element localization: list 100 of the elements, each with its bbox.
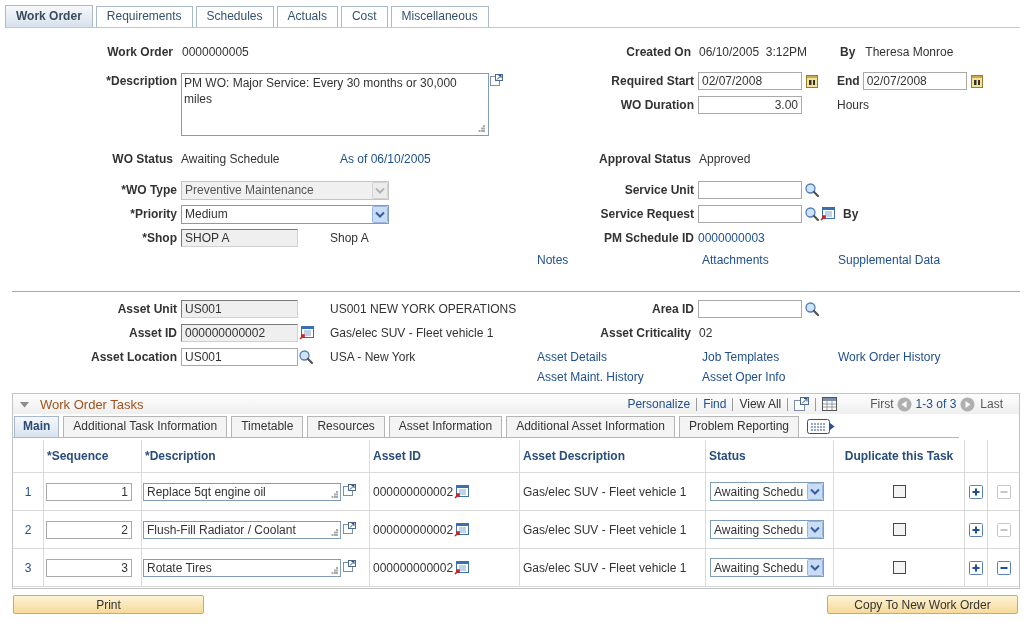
grid-tab[interactable]: Timetable <box>231 416 304 437</box>
personalize-link[interactable]: Personalize <box>627 397 691 411</box>
resize-grip-icon[interactable] <box>331 566 338 574</box>
copy-work-order-button[interactable]: Copy To New Work Order <box>827 595 1018 614</box>
page-tab[interactable]: Cost <box>340 6 388 27</box>
search-icon[interactable] <box>805 207 819 221</box>
field-label: WO Status <box>112 152 173 166</box>
field-value: Awaiting Schedule <box>181 152 281 166</box>
popout-icon[interactable] <box>490 74 503 86</box>
asset-description: Gas/elec SUV - Fleet vehicle 1 <box>330 326 494 340</box>
page-tab[interactable]: Actuals <box>276 6 338 27</box>
status-dropdown[interactable]: Awaiting Schedu <box>710 520 824 539</box>
field-value: 06/10/2005 3:12PM <box>699 45 808 59</box>
field-label: Approval Status <box>599 152 691 166</box>
field-label: By <box>843 207 859 221</box>
location-description: USA - New York <box>330 350 416 364</box>
plus-icon[interactable] <box>969 484 983 499</box>
field-label: Work Order <box>107 45 173 59</box>
page-link[interactable]: Supplemental Data <box>838 253 941 267</box>
status-dropdown[interactable]: Awaiting Schedu <box>710 482 824 501</box>
grid-tab[interactable]: Asset Information <box>388 416 503 437</box>
page-link[interactable]: Attachments <box>702 253 769 267</box>
print-button[interactable]: Print <box>13 595 204 614</box>
calendar-icon[interactable] <box>806 74 818 88</box>
calendar-icon[interactable] <box>970 74 983 88</box>
search-icon[interactable] <box>299 350 313 364</box>
columns-icon[interactable] <box>807 419 835 434</box>
find-link[interactable]: Find <box>703 397 727 411</box>
page-tab[interactable]: Work Order <box>5 5 93 27</box>
row-number-link[interactable]: 1 <box>24 484 32 499</box>
page-link[interactable]: Asset Maint. History <box>537 370 644 384</box>
chevron-down-icon[interactable] <box>372 205 388 223</box>
triangle-icon[interactable] <box>20 399 29 409</box>
chevron-down-icon[interactable] <box>807 521 823 538</box>
asset-description-text: Gas/elec SUV - Fleet vehicle 1 <box>523 522 687 537</box>
search-icon[interactable] <box>805 183 819 197</box>
field-label: End <box>837 74 860 88</box>
page-link[interactable]: Asset Details <box>537 350 608 364</box>
page-tab[interactable]: Schedules <box>195 6 274 27</box>
resize-grip-icon[interactable] <box>478 125 485 132</box>
duration-field[interactable]: 3.00 <box>698 96 802 114</box>
checkbox[interactable] <box>892 523 906 536</box>
plus-icon[interactable] <box>969 522 983 537</box>
page-link[interactable]: Work Order History <box>838 350 941 364</box>
grid-tab[interactable]: Resources <box>307 416 385 437</box>
grid-tab[interactable]: Additional Asset Information <box>506 416 675 437</box>
status-date-link[interactable]: As of 06/10/2005 <box>340 152 431 166</box>
status-dropdown[interactable]: Awaiting Schedu <box>710 558 824 577</box>
spreadsheet-icon[interactable] <box>822 397 838 411</box>
search-icon[interactable] <box>805 302 819 316</box>
view-all-link[interactable]: View All <box>739 397 782 411</box>
asset-id-text: 000000000002 <box>373 560 454 575</box>
grid-tab[interactable]: Additional Task Information <box>63 416 228 437</box>
page-link[interactable]: Job Templates <box>702 350 780 364</box>
page-tab[interactable]: Requirements <box>95 6 193 27</box>
priority-dropdown[interactable]: Medium <box>181 204 389 224</box>
shop-description: Shop A <box>330 231 369 245</box>
checkbox[interactable] <box>892 561 906 574</box>
pm-schedule-link[interactable]: 0000000003 <box>698 231 765 245</box>
sequence-field[interactable]: 1 <box>46 482 132 501</box>
plus-icon[interactable] <box>969 560 983 575</box>
date-field[interactable]: 02/07/2008 <box>862 72 967 90</box>
field-label: *Shop <box>142 231 177 245</box>
chevron-down-icon[interactable] <box>807 483 823 500</box>
field-label: PM Schedule ID <box>603 231 694 245</box>
checkbox[interactable] <box>892 485 906 498</box>
service-request-field[interactable] <box>698 205 802 223</box>
chevron-down-icon[interactable] <box>807 559 823 576</box>
sequence-field[interactable]: 3 <box>46 558 132 577</box>
column-header: Status <box>709 449 746 463</box>
description-field[interactable]: Replace 5qt engine oil <box>143 482 341 501</box>
grid-tab[interactable]: Main <box>14 416 60 437</box>
popout-icon[interactable] <box>794 397 810 411</box>
column-header: Asset Description <box>523 449 626 463</box>
popout-icon[interactable] <box>343 521 356 534</box>
field-label: By <box>840 45 856 59</box>
asset-location-field[interactable]: US001 <box>181 348 298 366</box>
row-number-link[interactable]: 3 <box>24 560 32 575</box>
page-tab[interactable]: Miscellaneous <box>390 6 489 27</box>
field-value: Theresa Monroe <box>865 45 954 59</box>
resize-grip-icon[interactable] <box>331 528 338 536</box>
service-unit-field[interactable] <box>698 181 802 199</box>
description-field[interactable]: Flush-Fill Radiator / Coolant <box>143 520 341 539</box>
area-id-field[interactable] <box>698 300 802 318</box>
minus-icon[interactable] <box>997 560 1011 575</box>
grid-tab[interactable]: Problem Reporting <box>678 416 799 437</box>
field-label: Service Unit <box>624 183 694 197</box>
resize-grip-icon[interactable] <box>331 490 338 498</box>
field-label: *WO Type <box>121 183 177 197</box>
row-number-link[interactable]: 2 <box>24 522 32 537</box>
date-field[interactable]: 02/07/2008 <box>698 72 802 90</box>
description-textarea[interactable]: PM WO: Major Service: Every 30 months or 30,000 miles <box>181 73 489 136</box>
column-header: *Sequence <box>47 449 109 463</box>
popout-icon[interactable] <box>343 559 356 572</box>
page-link[interactable]: Notes <box>537 253 569 267</box>
description-field[interactable]: Rotate Tires <box>143 558 341 577</box>
popout-icon[interactable] <box>343 483 356 496</box>
sequence-field[interactable]: 2 <box>46 520 132 539</box>
page-link[interactable]: Asset Oper Info <box>702 370 786 384</box>
field-label: Asset Criticality <box>600 326 691 340</box>
